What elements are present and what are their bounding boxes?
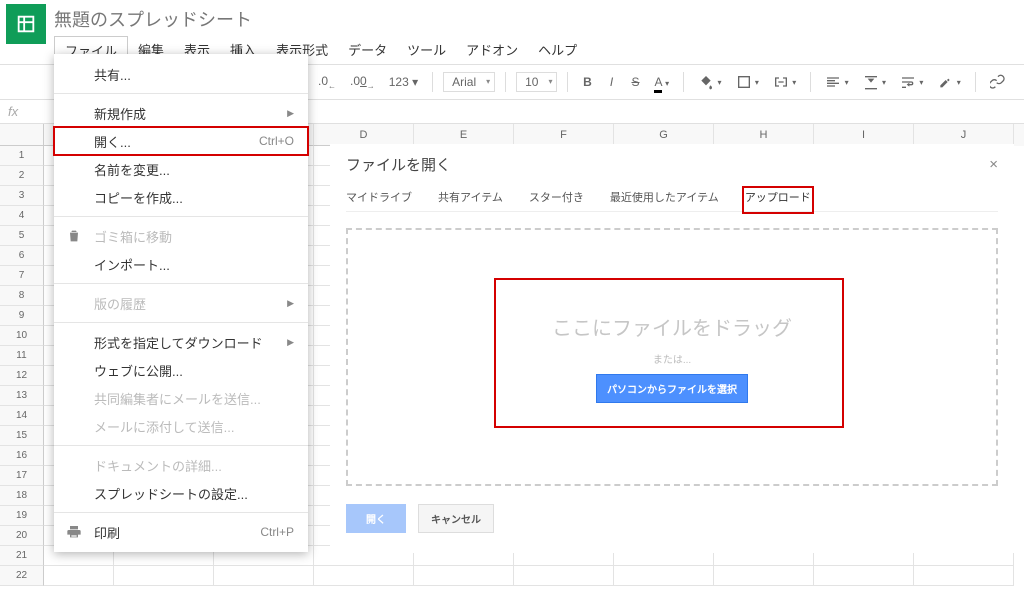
dialog-tab-upload[interactable]: アップロード xyxy=(745,189,811,211)
valign-button[interactable]: ▾ xyxy=(859,72,890,92)
file-menu-rename[interactable]: 名前を変更... xyxy=(54,155,308,183)
row-headers: 1 2 3 4 5 6 7 8 9 10 11 12 13 14 15 16 1… xyxy=(0,124,44,594)
dialog-title: ファイルを開く xyxy=(346,154,451,175)
trash-icon xyxy=(66,228,82,244)
col-header[interactable]: E xyxy=(414,124,514,146)
dialog-open-button[interactable]: 開く xyxy=(346,504,406,533)
file-menu-dropdown: 共有... 新規作成▶ 開く...Ctrl+O 名前を変更... コピーを作成.… xyxy=(54,54,308,552)
file-menu-print[interactable]: 印刷Ctrl+P xyxy=(54,518,308,546)
file-menu-trash: ゴミ箱に移動 xyxy=(54,222,308,250)
rotate-button[interactable]: ▾ xyxy=(933,72,964,92)
row-header[interactable]: 5 xyxy=(0,226,44,246)
merge-icon xyxy=(773,74,789,90)
fx-label: fx xyxy=(8,104,18,119)
file-menu-email-attach: メールに添付して送信... xyxy=(54,412,308,440)
dialog-tab-starred[interactable]: スター付き xyxy=(529,189,584,211)
print-icon xyxy=(66,524,82,540)
row-header[interactable]: 11 xyxy=(0,346,44,366)
menu-tools[interactable]: ツール xyxy=(397,36,456,64)
bold-button[interactable]: B xyxy=(578,73,596,91)
col-header[interactable]: F xyxy=(514,124,614,146)
row-header[interactable]: 10 xyxy=(0,326,44,346)
more-formats-button[interactable]: 123 ▾ xyxy=(385,73,422,91)
col-header[interactable]: D xyxy=(314,124,414,146)
spreadsheet-icon xyxy=(15,13,37,35)
halign-button[interactable]: ▾ xyxy=(821,72,852,92)
file-menu-share[interactable]: 共有... xyxy=(54,60,308,88)
col-header[interactable]: J xyxy=(914,124,1014,146)
decrease-decimal-button[interactable]: .0← xyxy=(314,72,340,92)
increase-decimal-button[interactable]: .00→ xyxy=(346,72,379,92)
row-header[interactable]: 21 xyxy=(0,546,44,566)
dialog-tabs: マイドライブ 共有アイテム スター付き 最近使用したアイテム アップロード xyxy=(346,189,998,212)
file-menu-new[interactable]: 新規作成▶ xyxy=(54,99,308,127)
row-header[interactable]: 4 xyxy=(0,206,44,226)
row-header[interactable]: 13 xyxy=(0,386,44,406)
dialog-actions: 開く キャンセル xyxy=(346,504,998,533)
borders-button[interactable]: ▾ xyxy=(732,72,763,92)
font-select[interactable]: Arial xyxy=(443,72,495,92)
dialog-tab-mydrive[interactable]: マイドライブ xyxy=(346,189,412,211)
link-icon xyxy=(990,74,1006,90)
strike-button[interactable]: S xyxy=(626,73,644,91)
file-menu-history: 版の履歴▶ xyxy=(54,289,308,317)
align-left-icon xyxy=(825,74,841,90)
italic-button[interactable]: I xyxy=(602,73,620,91)
file-menu-details: ドキュメントの詳細... xyxy=(54,451,308,479)
upload-drop-zone[interactable]: ここにファイルをドラッグ または... パソコンからファイルを選択 xyxy=(346,228,998,486)
text-color-button[interactable]: A ▾ xyxy=(650,73,673,91)
row-header[interactable]: 22 xyxy=(0,566,44,586)
file-menu-publish[interactable]: ウェブに公開... xyxy=(54,356,308,384)
sheets-logo[interactable] xyxy=(6,4,46,44)
row-header[interactable]: 9 xyxy=(0,306,44,326)
row-header[interactable]: 16 xyxy=(0,446,44,466)
select-all-corner[interactable] xyxy=(0,124,44,146)
dialog-tab-recent[interactable]: 最近使用したアイテム xyxy=(610,189,719,211)
row-header[interactable]: 15 xyxy=(0,426,44,446)
row-header[interactable]: 18 xyxy=(0,486,44,506)
col-header[interactable]: H xyxy=(714,124,814,146)
dialog-tab-shared[interactable]: 共有アイテム xyxy=(438,189,503,211)
row-header[interactable]: 2 xyxy=(0,166,44,186)
col-header[interactable]: G xyxy=(614,124,714,146)
font-size-select[interactable]: 10 xyxy=(516,72,557,92)
merge-button[interactable]: ▾ xyxy=(769,72,800,92)
file-menu-open[interactable]: 開く...Ctrl+O xyxy=(54,127,308,155)
dialog-cancel-button[interactable]: キャンセル xyxy=(418,504,494,533)
menu-addons[interactable]: アドオン xyxy=(456,36,528,64)
row-header[interactable]: 20 xyxy=(0,526,44,546)
row-header[interactable]: 1 xyxy=(0,146,44,166)
row-header[interactable]: 12 xyxy=(0,366,44,386)
open-file-dialog: ファイルを開く × マイドライブ 共有アイテム スター付き 最近使用したアイテム… xyxy=(330,144,1014,553)
col-header[interactable]: I xyxy=(814,124,914,146)
wrap-button[interactable]: ▾ xyxy=(896,72,927,92)
valign-icon xyxy=(863,74,879,90)
file-menu-import[interactable]: インポート... xyxy=(54,250,308,278)
row-header[interactable]: 7 xyxy=(0,266,44,286)
menu-data[interactable]: データ xyxy=(338,36,397,64)
row-header[interactable]: 8 xyxy=(0,286,44,306)
highlight-box xyxy=(494,278,844,428)
borders-icon xyxy=(736,74,752,90)
file-menu-email-collab: 共同編集者にメールを送信... xyxy=(54,384,308,412)
file-menu-copy[interactable]: コピーを作成... xyxy=(54,183,308,211)
rotate-text-icon xyxy=(937,74,953,90)
wrap-icon xyxy=(900,74,916,90)
file-menu-download[interactable]: 形式を指定してダウンロード▶ xyxy=(54,328,308,356)
doc-title[interactable]: 無題のスプレッドシート xyxy=(54,4,1024,34)
row-header[interactable]: 3 xyxy=(0,186,44,206)
row-header[interactable]: 14 xyxy=(0,406,44,426)
link-button[interactable] xyxy=(986,72,1010,92)
paint-bucket-icon xyxy=(698,74,714,90)
row-header[interactable]: 6 xyxy=(0,246,44,266)
row-header[interactable]: 19 xyxy=(0,506,44,526)
row-header[interactable]: 17 xyxy=(0,466,44,486)
menu-help[interactable]: ヘルプ xyxy=(528,36,587,64)
dialog-close-button[interactable]: × xyxy=(989,156,998,173)
file-menu-settings[interactable]: スプレッドシートの設定... xyxy=(54,479,308,507)
fill-color-button[interactable]: ▾ xyxy=(694,72,725,92)
